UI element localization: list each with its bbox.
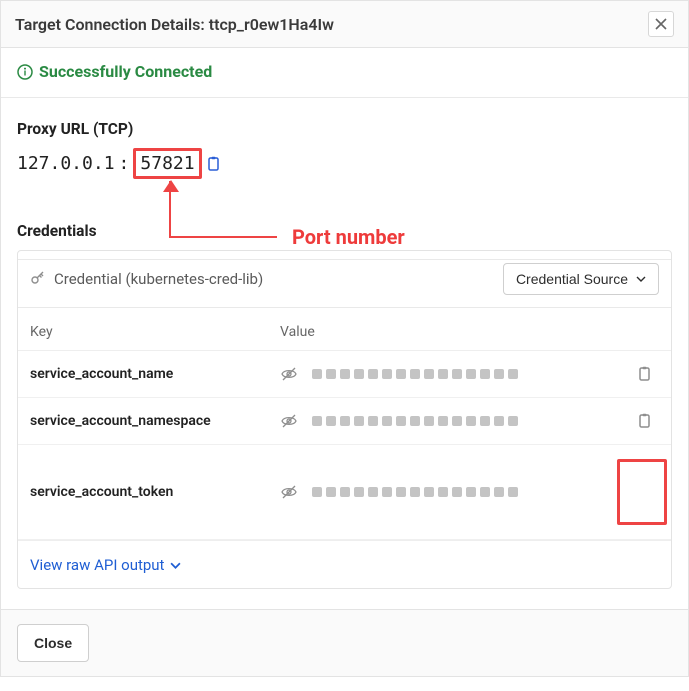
- raw-api-output-label: View raw API output: [30, 556, 164, 574]
- column-value-header: Value: [280, 324, 659, 340]
- modal-footer: Close: [1, 609, 688, 676]
- proxy-port: 57821: [133, 148, 201, 179]
- credential-name: Credential (kubernetes-cred-lib): [54, 270, 263, 288]
- chevron-down-icon: [636, 274, 646, 284]
- annotation-arrow: Port number: [17, 181, 672, 251]
- clipboard-icon: [637, 366, 653, 382]
- table-row: service_account_namespace: [18, 398, 671, 445]
- clipboard-icon: [637, 413, 653, 429]
- masked-value: [312, 487, 518, 497]
- modal-header: Target Connection Details: ttcp_r0ew1Ha4…: [1, 1, 688, 48]
- connection-details-modal: Target Connection Details: ttcp_r0ew1Ha4…: [0, 0, 689, 677]
- view-raw-api-output-link[interactable]: View raw API output: [30, 556, 181, 574]
- key-icon: [30, 271, 46, 287]
- credentials-card-header: Credential (kubernetes-cred-lib) Credent…: [18, 251, 671, 308]
- modal-content: Proxy URL (TCP) 127.0.0.1:57821 Port num…: [1, 98, 688, 609]
- credentials-card-footer: View raw API output: [18, 540, 671, 588]
- chevron-down-icon: [170, 560, 181, 571]
- copy-value-button[interactable]: [631, 413, 659, 429]
- credential-key: service_account_token: [30, 484, 280, 500]
- proxy-url-heading: Proxy URL (TCP): [17, 120, 672, 138]
- close-icon: [655, 18, 667, 30]
- column-key-header: Key: [30, 324, 280, 340]
- close-button[interactable]: Close: [17, 624, 89, 662]
- eye-off-icon: [280, 412, 298, 430]
- reveal-value-button[interactable]: [280, 365, 298, 383]
- clipboard-icon: [206, 156, 222, 172]
- proxy-sep: :: [119, 153, 130, 174]
- kv-table-header: Key Value: [18, 308, 671, 351]
- credential-key: service_account_namespace: [30, 413, 280, 429]
- close-icon-button[interactable]: [648, 11, 674, 37]
- eye-off-icon: [280, 483, 298, 501]
- reveal-value-button[interactable]: [280, 483, 298, 501]
- credential-source-dropdown[interactable]: Credential Source: [503, 263, 659, 295]
- table-row: service_account_token: [18, 445, 671, 540]
- credential-key: service_account_name: [30, 366, 280, 382]
- info-icon: [17, 64, 33, 80]
- masked-value: [312, 416, 518, 426]
- copy-value-button[interactable]: [617, 459, 667, 525]
- modal-title: Target Connection Details: ttcp_r0ew1Ha4…: [15, 15, 334, 34]
- copy-url-button[interactable]: [206, 156, 222, 172]
- proxy-host: 127.0.0.1: [17, 153, 115, 174]
- status-bar: Successfully Connected: [1, 48, 688, 98]
- reveal-value-button[interactable]: [280, 412, 298, 430]
- proxy-url-row: 127.0.0.1:57821: [17, 148, 672, 179]
- credential-source-label: Credential Source: [516, 271, 628, 287]
- copy-value-button[interactable]: [631, 366, 659, 382]
- status-text: Successfully Connected: [39, 62, 212, 81]
- credentials-card: Credential (kubernetes-cred-lib) Credent…: [17, 250, 672, 589]
- table-row: service_account_name: [18, 351, 671, 398]
- masked-value: [312, 369, 518, 379]
- eye-off-icon: [280, 365, 298, 383]
- port-number-annotation: Port number: [292, 225, 405, 249]
